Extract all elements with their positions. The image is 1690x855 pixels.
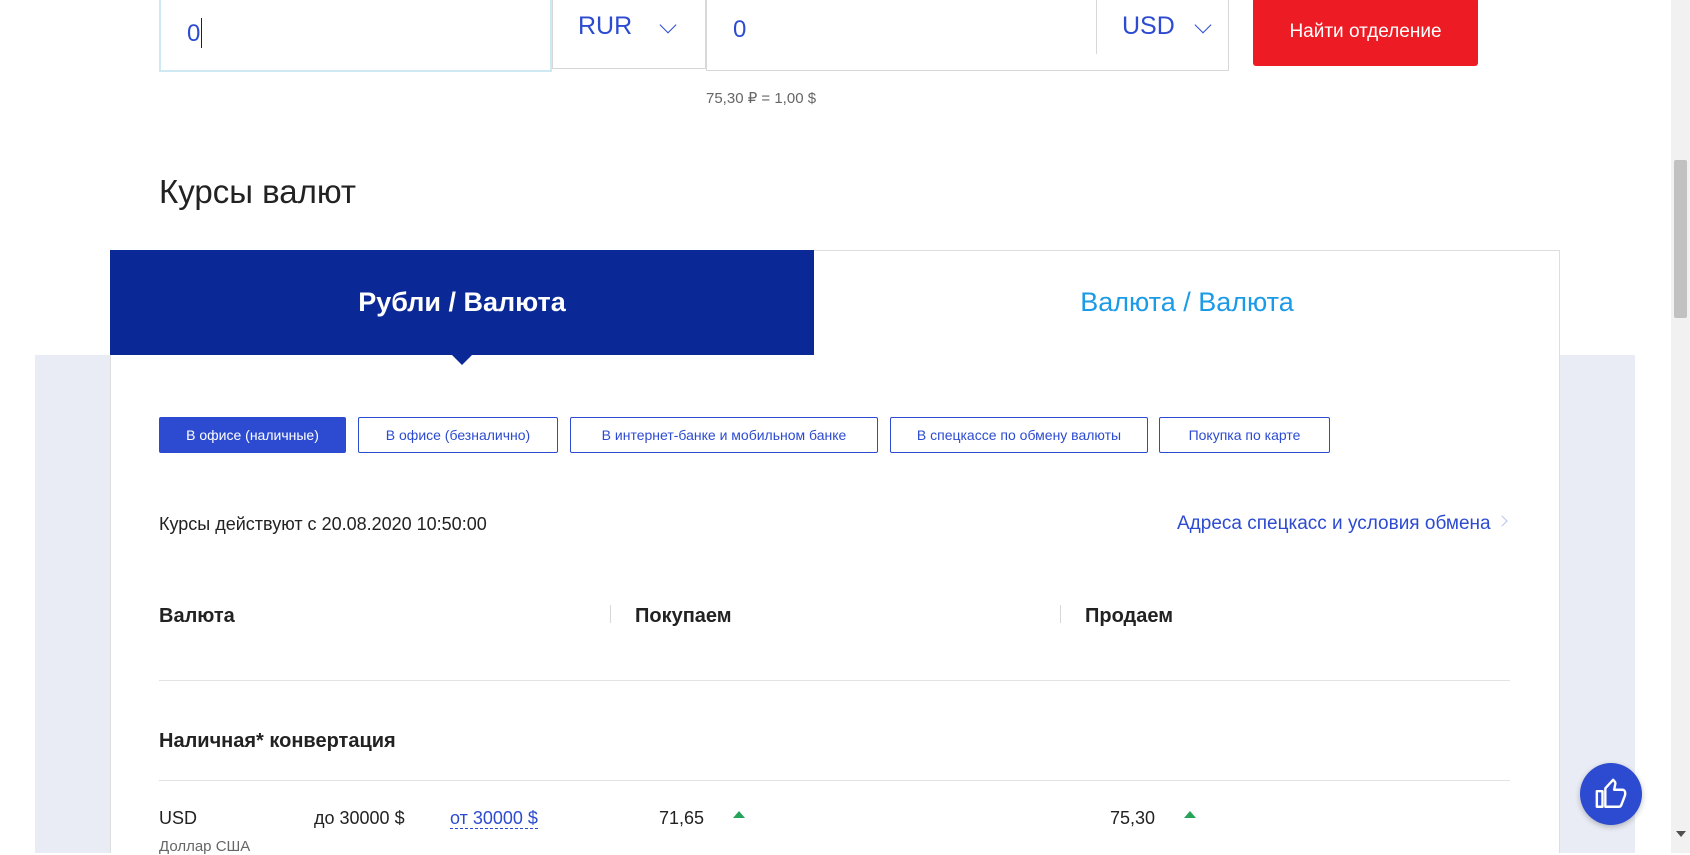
- amount-to-field[interactable]: 0 USD: [706, 0, 1229, 71]
- currency-from-code: RUR: [578, 12, 633, 40]
- arrow-up-icon: [733, 811, 745, 818]
- currency-to-select[interactable]: USD: [1122, 12, 1175, 41]
- header-divider: [1060, 605, 1061, 623]
- chip-office-cash[interactable]: В офисе (наличные): [159, 417, 346, 453]
- scrollbar[interactable]: [1671, 0, 1690, 853]
- scrollbar-thumb[interactable]: [1674, 160, 1687, 318]
- page-title: Курсы валют: [159, 173, 357, 210]
- tab-rub-currency[interactable]: Рубли / Валюта: [110, 250, 814, 355]
- feedback-button[interactable]: [1580, 763, 1642, 825]
- amount-to-value: 0: [733, 16, 747, 43]
- buy-rate: 71,65: [659, 808, 705, 828]
- chip-office-cashless[interactable]: В офисе (безналично): [358, 417, 558, 453]
- header-divider: [610, 605, 611, 623]
- conversion-rate-note: 75,30 ₽ = 1,00 $: [706, 90, 817, 107]
- currency-from-select[interactable]: RUR: [552, 0, 706, 69]
- rates-valid-from: Курсы действуют с 20.08.2020 10:50:00: [159, 514, 487, 534]
- arrow-up-icon: [1184, 811, 1196, 818]
- chip-internet-bank[interactable]: В интернет-банке и мобильном банке: [570, 417, 878, 453]
- find-office-button[interactable]: Найти отделение: [1253, 0, 1478, 66]
- chevron-down-icon: [659, 16, 677, 34]
- text-caret: [201, 18, 202, 48]
- group-title: Наличная* конвертация: [159, 730, 396, 752]
- currency-name: Доллар США: [159, 838, 251, 855]
- table-divider: [159, 780, 1510, 781]
- chip-exchange-office[interactable]: В спецкассе по обмену валюты: [890, 417, 1148, 453]
- header-buy: Покупаем: [635, 605, 732, 627]
- thumbs-up-icon: [1595, 778, 1627, 808]
- header-sell: Продаем: [1085, 605, 1174, 627]
- tab-currency-currency[interactable]: Валюта / Валюта: [814, 250, 1560, 355]
- amount-from-value: 0: [187, 20, 201, 47]
- chip-card-purchase[interactable]: Покупка по карте: [1159, 417, 1330, 453]
- field-divider: [1096, 0, 1097, 54]
- currency-code: USD: [159, 808, 198, 828]
- sell-rate: 75,30: [1110, 808, 1156, 828]
- active-tab-pointer: [452, 355, 472, 365]
- chevron-down-icon[interactable]: [1194, 16, 1212, 34]
- scroll-down-icon[interactable]: [1676, 831, 1686, 837]
- header-currency: Валюта: [159, 605, 235, 627]
- amount-from-input[interactable]: 0: [159, 0, 552, 72]
- range-from-link[interactable]: от 30000 $: [450, 808, 538, 829]
- addresses-link[interactable]: Адреса спецкасс и условия обмена: [1177, 513, 1491, 535]
- table-divider: [159, 680, 1510, 681]
- range-up-to: до 30000 $: [314, 808, 405, 828]
